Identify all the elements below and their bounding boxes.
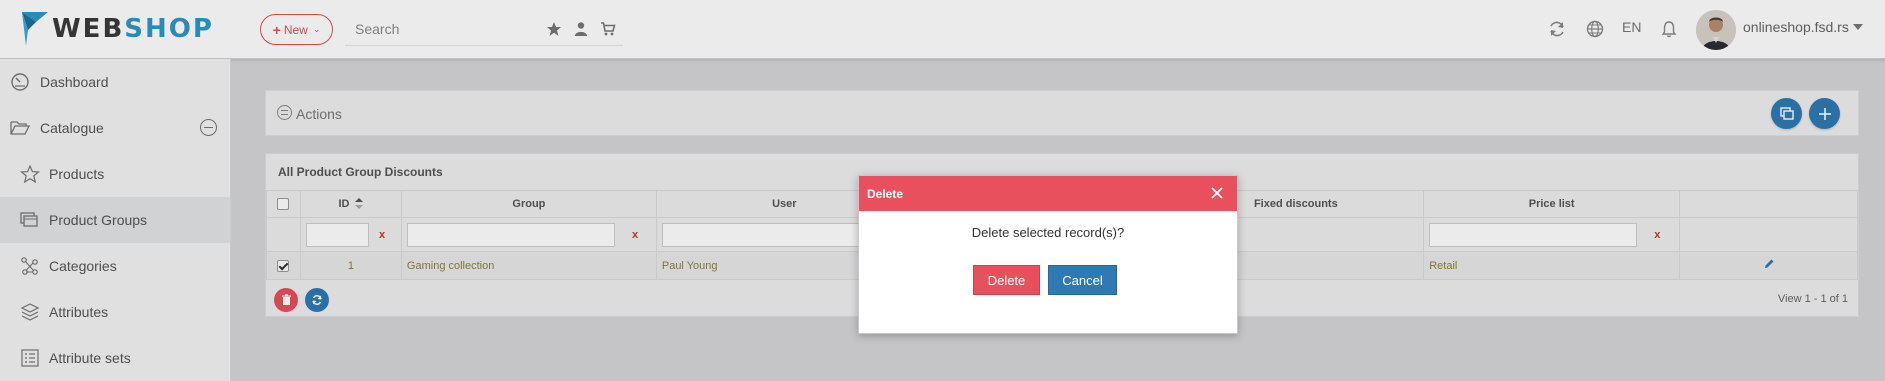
logo-text-web: WEB <box>52 14 125 44</box>
sort-icon[interactable] <box>355 198 364 210</box>
cart-icon[interactable] <box>600 21 616 37</box>
search-input[interactable] <box>345 14 535 44</box>
cell-price-list: Retail <box>1423 251 1681 280</box>
plus-icon: + <box>272 21 281 38</box>
search-box <box>345 14 623 46</box>
cell-group: Gaming collection <box>400 251 657 280</box>
close-icon[interactable] <box>1209 185 1225 201</box>
filter-cell-id: x <box>299 217 402 252</box>
clear-filter-icon[interactable]: x <box>632 229 638 241</box>
chevron-down-icon: ⌄ <box>312 24 321 34</box>
logo-text: WEBSHOP <box>52 14 214 44</box>
sidebar: Dashboard Catalogue Products Product Gro… <box>0 59 231 381</box>
top-bar: WEBSHOP + New ⌄ EN onlineshop.fsd.rs <box>0 0 1885 59</box>
row-select-cell <box>266 251 301 280</box>
delete-dialog: Delete Delete selected record(s)? Delete… <box>858 175 1238 334</box>
sidebar-item-dashboard[interactable]: Dashboard <box>0 59 230 105</box>
globe-icon[interactable] <box>1585 19 1605 39</box>
avatar[interactable] <box>1696 10 1736 50</box>
pagination-info: View 1 - 1 of 1 <box>1777 293 1848 305</box>
column-header-label: ID <box>338 197 350 210</box>
copy-icon <box>1779 106 1794 120</box>
language-selector[interactable]: EN <box>1622 19 1641 35</box>
cell-actions <box>1679 251 1858 280</box>
star-icon <box>20 164 40 184</box>
actions-panel: Actions <box>265 90 1859 136</box>
edit-pencil-icon[interactable] <box>1763 258 1775 270</box>
user-menu-caret-icon[interactable] <box>1853 24 1863 30</box>
reload-grid-button[interactable] <box>305 288 329 312</box>
sidebar-item-label: Categories <box>49 258 117 274</box>
new-button[interactable]: + New ⌄ <box>260 14 333 45</box>
list-icon <box>21 349 39 367</box>
filter-cell-group: x <box>400 217 657 252</box>
sidebar-item-label: Catalogue <box>40 120 104 136</box>
select-all-cell <box>266 190 301 218</box>
column-header-group[interactable]: Group <box>400 190 657 218</box>
grid-title: All Product Group Discounts <box>278 165 443 179</box>
sidebar-item-products[interactable]: Products <box>0 151 230 197</box>
cell-id: 1 <box>299 251 402 280</box>
user-icon[interactable] <box>573 21 589 37</box>
sidebar-item-label: Attribute sets <box>49 350 131 366</box>
trash-icon <box>281 294 291 305</box>
folder-open-icon <box>10 121 30 135</box>
sidebar-item-label: Attributes <box>49 304 109 320</box>
actions-label[interactable]: Actions <box>296 106 342 122</box>
sidebar-item-attributes[interactable]: Attributes <box>0 289 230 335</box>
dialog-message: Delete selected record(s)? <box>971 225 1125 240</box>
filter-user-input[interactable] <box>661 222 862 247</box>
cancel-button[interactable]: Cancel <box>1048 265 1117 295</box>
refresh-icon[interactable] <box>1547 19 1567 39</box>
column-header-actions <box>1679 190 1858 218</box>
dashboard-gauge-icon <box>11 73 29 91</box>
delete-selected-button[interactable] <box>274 288 298 312</box>
filter-cell <box>1679 217 1858 252</box>
avatar-photo <box>1696 10 1736 50</box>
filter-price-list-input[interactable] <box>1429 222 1638 247</box>
filter-group-input[interactable] <box>406 222 615 247</box>
sidebar-item-categories[interactable]: Categories <box>0 243 230 289</box>
duplicate-button[interactable] <box>1771 98 1802 129</box>
add-button[interactable] <box>1809 98 1840 129</box>
clear-filter-icon[interactable]: x <box>379 229 385 241</box>
filter-cell-price-list: x <box>1423 217 1681 252</box>
sidebar-item-catalogue[interactable]: Catalogue <box>0 105 230 151</box>
clear-filter-icon[interactable]: x <box>1654 229 1660 241</box>
row-checkbox[interactable] <box>277 259 290 272</box>
actions-menu-icon[interactable] <box>277 105 292 120</box>
refresh-icon <box>312 295 322 305</box>
sidebar-item-label: Products <box>49 166 105 182</box>
dialog-title: Delete <box>867 187 904 201</box>
sidebar-item-attribute-sets[interactable]: Attribute sets <box>0 335 230 381</box>
column-header-id[interactable]: ID <box>299 190 402 218</box>
dialog-header: Delete <box>859 176 1237 211</box>
filter-cell <box>266 217 301 252</box>
plus-icon <box>1818 107 1831 120</box>
confirm-delete-button[interactable]: Delete <box>973 265 1040 295</box>
select-all-checkbox[interactable] <box>277 198 290 211</box>
sidebar-item-label: Dashboard <box>40 74 109 90</box>
product-groups-icon <box>20 212 38 227</box>
logo-text-shop: SHOP <box>124 14 214 44</box>
categories-tree-icon <box>21 257 38 275</box>
logo-flag-icon <box>22 12 48 46</box>
new-button-label: New <box>283 22 308 37</box>
user-name[interactable]: onlineshop.fsd.rs <box>1743 19 1849 35</box>
filter-id-input[interactable] <box>305 222 369 247</box>
collapse-minus-icon[interactable] <box>200 119 217 136</box>
star-icon[interactable] <box>546 21 562 37</box>
sidebar-item-label: Product Groups <box>49 212 148 228</box>
bell-icon[interactable] <box>1659 19 1679 39</box>
sidebar-item-product-groups[interactable]: Product Groups <box>0 197 230 243</box>
webshop-logo[interactable]: WEBSHOP <box>20 10 214 48</box>
column-header-price-list[interactable]: Price list <box>1423 190 1681 218</box>
layers-icon <box>20 303 40 321</box>
